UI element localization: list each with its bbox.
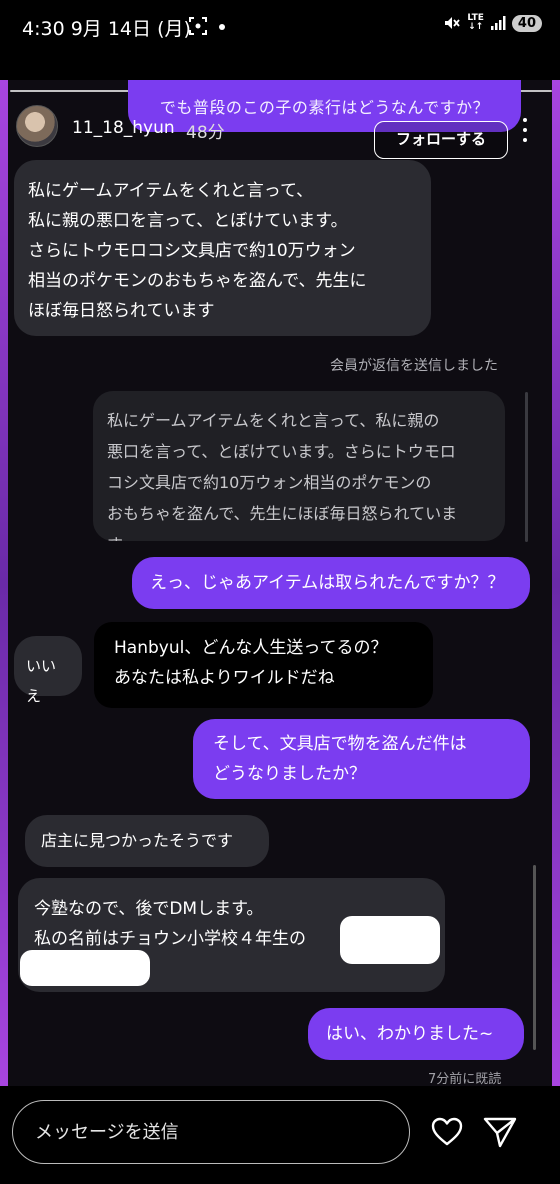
avatar[interactable]: [16, 105, 58, 147]
seen-status: 7分前に既読: [428, 1072, 502, 1087]
reply-notice: 会員が返信を送信しました: [330, 358, 498, 374]
send-icon[interactable]: [482, 1115, 518, 1149]
screenshot-icon: [189, 17, 207, 35]
mute-icon: [445, 17, 461, 29]
heart-icon[interactable]: [430, 1115, 464, 1149]
message-sent[interactable]: えっ、じゃあアイテムは取られたんですか？？: [132, 557, 530, 609]
message-input[interactable]: [12, 1100, 410, 1164]
status-icons: LTE ↓↑ 40: [443, 14, 542, 32]
notification-dot: [219, 24, 225, 30]
message-received[interactable]: いいえ: [14, 636, 82, 705]
follow-button[interactable]: フォローする: [374, 121, 508, 159]
scrollbar[interactable]: [533, 865, 536, 1050]
battery-badge: 40: [511, 14, 542, 32]
posted-time: 48分: [186, 123, 225, 143]
network-label: LTE ↓↑: [467, 13, 484, 32]
quoted-reply[interactable]: 私にゲームアイテムをくれと言って、私に親の 悪口を言って、とぼけています。さらに…: [93, 391, 505, 541]
redaction-mark: [20, 950, 150, 986]
username[interactable]: 11_18_hyun: [72, 118, 175, 138]
quote-divider: [525, 392, 528, 542]
signal-icon: [490, 16, 506, 30]
more-icon[interactable]: [521, 118, 529, 142]
message-received[interactable]: 私にゲームアイテムをくれと言って、 私に親の悪口を言って、とぼけています。 さら…: [14, 160, 431, 336]
status-time: 4:30 9月 14日 (月): [22, 18, 191, 40]
message-sent[interactable]: はい、わかりました~: [308, 1008, 524, 1060]
message-received[interactable]: 店主に見つかったそうです: [25, 815, 269, 867]
status-bar: 4:30 9月 14日 (月) LTE ↓↑ 40: [0, 0, 560, 56]
message-sent[interactable]: そして、文具店で物を盗んだ件は どうなりましたか？: [193, 719, 530, 799]
redaction-mark: [340, 916, 440, 964]
message-received[interactable]: Hanbyul、どんな人生送ってるの？ あなたは私よりワイルドだね: [94, 622, 433, 708]
